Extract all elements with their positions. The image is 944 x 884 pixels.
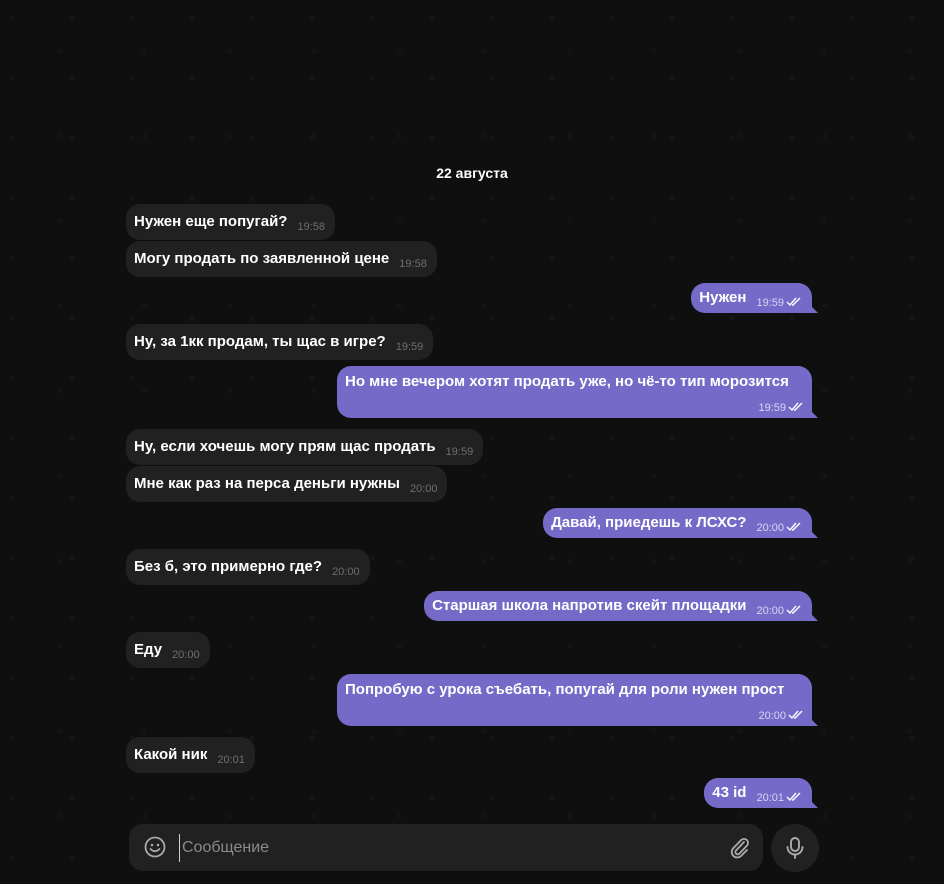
message-text: Какой ник <box>134 746 208 763</box>
message-text: Нужен <box>699 289 747 306</box>
bubble-tail <box>810 800 818 808</box>
microphone-icon <box>786 837 804 859</box>
paperclip-icon[interactable] <box>727 835 751 859</box>
message-outgoing[interactable]: Старшая школа напротив скейт площадки 20:… <box>424 591 818 621</box>
message-time: 20:00 <box>758 710 786 722</box>
message-time: 20:00 <box>409 483 438 495</box>
double-check-icon <box>786 297 801 307</box>
message-time: 19:59 <box>445 446 474 458</box>
message-text: Попробую с урока съебать, попугай для ро… <box>345 681 785 698</box>
message-incoming[interactable]: Нужен еще попугай? 19:58 <box>126 204 336 240</box>
message-incoming[interactable]: Могу продать по заявленной цене 19:58 <box>126 241 437 277</box>
message-text: Нужен еще попугай? <box>134 213 288 230</box>
message-input[interactable] <box>179 834 704 862</box>
message-text: Но мне вечером хотят продать уже, но чё-… <box>345 373 789 390</box>
message-text: Мне как раз на перса деньги нужны <box>134 475 400 492</box>
message-time: 19:59 <box>395 341 424 353</box>
message-outgoing[interactable]: Попробую с урока съебать, попугай для ро… <box>337 674 818 726</box>
message-time: 19:59 <box>758 402 786 414</box>
message-text: Ну, если хочешь могу прям щас продать <box>134 438 436 455</box>
bubble-tail <box>810 530 818 538</box>
double-check-icon <box>786 792 801 802</box>
microphone-button[interactable] <box>771 824 819 872</box>
bubble-tail <box>810 718 818 726</box>
message-incoming[interactable]: Еду 20:00 <box>126 632 210 668</box>
message-time: 20:00 <box>332 566 360 578</box>
message-outgoing[interactable]: Но мне вечером хотят продать уже, но чё-… <box>337 366 818 418</box>
message-text: Могу продать по заявленной цене <box>134 250 390 267</box>
message-time: 19:58 <box>399 258 427 270</box>
message-time: 19:58 <box>297 221 326 233</box>
chat-area[interactable]: 22 августа Нужен еще попугай? 19:58 Могу … <box>0 0 944 884</box>
double-check-icon <box>786 605 801 615</box>
bubble-tail <box>810 410 818 418</box>
double-check-icon <box>788 402 803 412</box>
message-text: Еду <box>134 641 163 658</box>
message-incoming[interactable]: Ну, если хочешь могу прям щас продать 19:… <box>126 429 484 465</box>
message-composer <box>129 824 763 871</box>
bubble-tail <box>810 305 818 313</box>
message-incoming[interactable]: Без б, это примерно где? 20:00 <box>126 549 370 585</box>
message-text: 43 id <box>712 784 747 801</box>
message-incoming[interactable]: Ну, за 1кк продам, ты щас в игре? 19:59 <box>126 324 434 360</box>
message-text: Давай, приедешь к ЛСХС? <box>551 514 747 531</box>
message-time: 20:00 <box>172 649 200 661</box>
message-incoming[interactable]: Мне как раз на перса деньги нужны 20:00 <box>126 466 448 502</box>
message-outgoing[interactable]: 43 id 20:01 <box>704 778 818 808</box>
emoji-icon[interactable] <box>143 835 167 859</box>
double-check-icon <box>786 522 801 532</box>
message-text: Без б, это примерно где? <box>134 558 323 575</box>
message-text: Старшая школа напротив скейт площадки <box>432 597 747 614</box>
bubble-tail <box>810 613 818 621</box>
message-time: 19:59 <box>756 297 784 309</box>
message-time: 20:01 <box>217 754 245 766</box>
message-outgoing[interactable]: Нужен 19:59 <box>691 283 818 313</box>
message-time: 20:01 <box>756 792 784 804</box>
message-outgoing[interactable]: Давай, приедешь к ЛСХС? 20:00 <box>543 508 818 538</box>
message-time: 20:00 <box>756 522 784 534</box>
date-separator: 22 августа <box>436 165 508 181</box>
double-check-icon <box>788 710 803 720</box>
message-text: Ну, за 1кк продам, ты щас в игре? <box>134 333 386 350</box>
message-time: 20:00 <box>756 605 784 617</box>
message-incoming[interactable]: Какой ник 20:01 <box>126 737 255 773</box>
